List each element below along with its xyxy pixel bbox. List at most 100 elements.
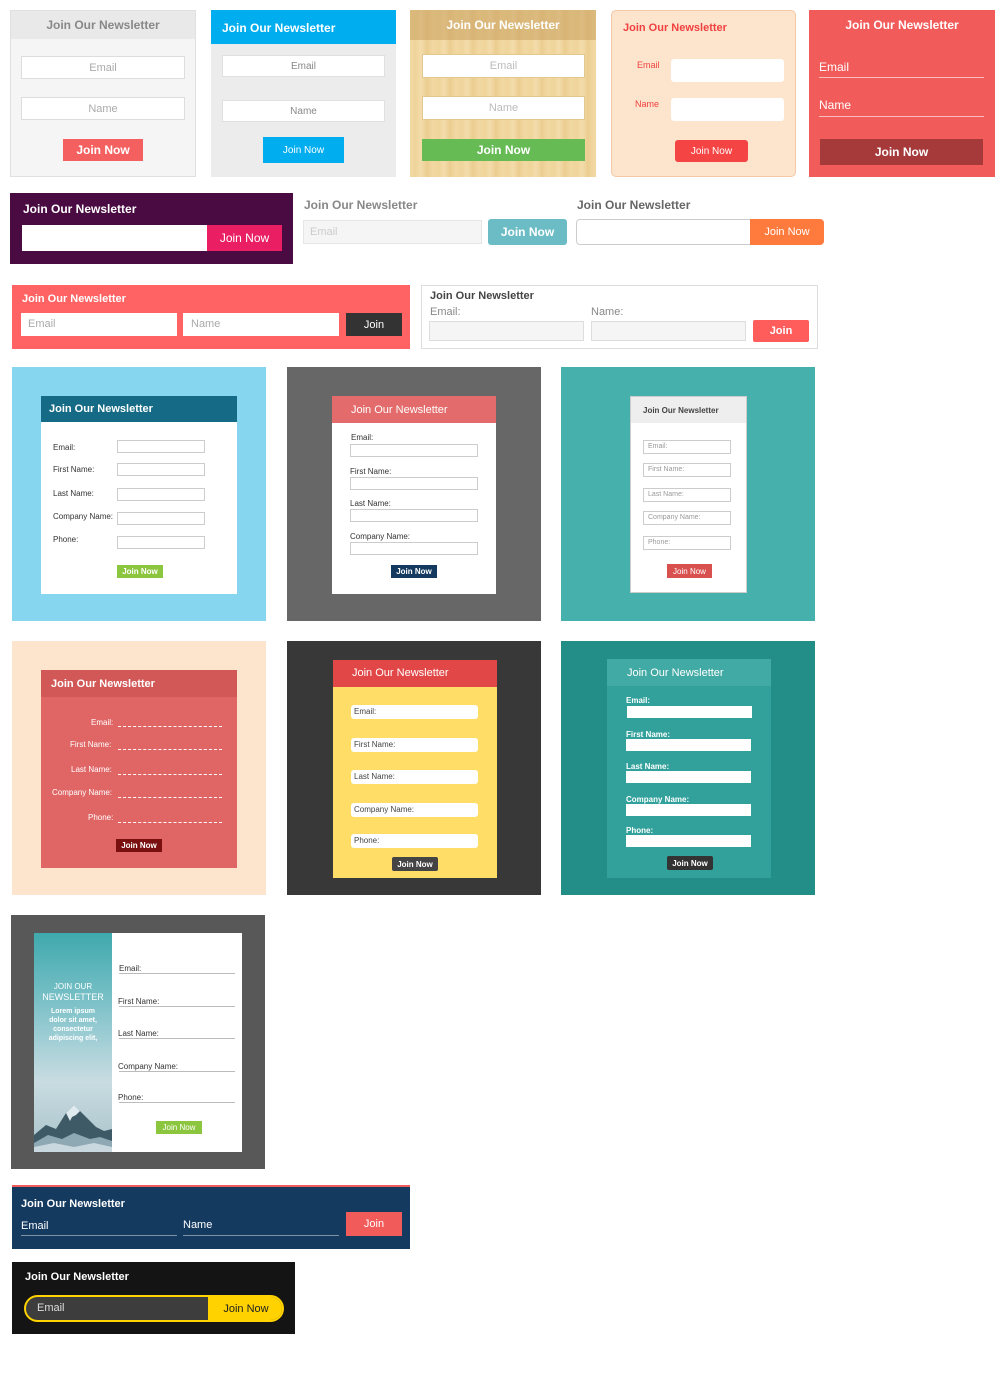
join-now-button[interactable]: Join Now bbox=[422, 139, 585, 161]
email-input[interactable] bbox=[627, 706, 752, 718]
first-name-input[interactable]: First Name: bbox=[351, 738, 478, 752]
company-name-input[interactable]: Company Name: bbox=[351, 803, 478, 817]
email-input[interactable]: Email bbox=[222, 55, 385, 77]
email-input[interactable] bbox=[117, 440, 205, 453]
email-input[interactable] bbox=[21, 1235, 177, 1236]
last-name-label: Last Name: bbox=[350, 499, 391, 508]
first-name-input[interactable] bbox=[117, 463, 205, 476]
company-name-input[interactable] bbox=[119, 1071, 235, 1072]
newsletter-card-red: Join Our Newsletter Email Name Join Now bbox=[809, 10, 995, 177]
phone-label: Phone: bbox=[88, 813, 114, 822]
last-name-input[interactable] bbox=[118, 774, 222, 775]
company-name-input[interactable] bbox=[626, 804, 751, 816]
last-name-placeholder: Last Name: bbox=[648, 491, 684, 498]
company-name-input[interactable]: Company Name: bbox=[643, 511, 731, 525]
last-name-label: Last Name: bbox=[626, 762, 670, 771]
join-now-button[interactable]: Join Now bbox=[63, 139, 143, 161]
join-now-button[interactable]: Join Now bbox=[392, 857, 438, 871]
email-input[interactable] bbox=[576, 219, 752, 245]
email-input[interactable] bbox=[671, 59, 784, 82]
phone-input[interactable] bbox=[626, 835, 751, 847]
newsletter-title: Join Our Newsletter bbox=[23, 202, 137, 216]
last-name-input[interactable] bbox=[626, 771, 751, 783]
join-now-button[interactable]: Join Now bbox=[667, 564, 712, 578]
join-button[interactable]: Join bbox=[753, 320, 809, 342]
join-now-button[interactable]: Join Now bbox=[156, 1121, 202, 1134]
first-name-input[interactable] bbox=[118, 749, 222, 750]
join-button[interactable]: Join bbox=[346, 313, 402, 336]
join-now-button[interactable]: Join Now bbox=[263, 137, 344, 163]
last-name-input[interactable] bbox=[119, 1038, 235, 1039]
image-title-line1: JOIN OUR bbox=[53, 981, 93, 991]
last-name-input[interactable]: Last Name: bbox=[351, 770, 478, 784]
email-input[interactable]: Email: bbox=[351, 705, 478, 719]
first-name-input[interactable] bbox=[626, 739, 751, 751]
join-now-button[interactable]: Join Now bbox=[820, 139, 983, 165]
join-now-button[interactable]: Join Now bbox=[391, 565, 437, 578]
name-input[interactable] bbox=[183, 1235, 339, 1236]
join-now-button[interactable]: Join Now bbox=[116, 839, 162, 852]
company-name-input[interactable] bbox=[117, 512, 205, 525]
name-input[interactable] bbox=[591, 321, 746, 341]
email-input[interactable] bbox=[429, 321, 584, 341]
last-name-input[interactable] bbox=[117, 488, 205, 501]
phone-input[interactable]: Phone: bbox=[643, 536, 731, 550]
newsletter-title: Join Our Newsletter bbox=[845, 18, 959, 32]
email-input[interactable]: Email bbox=[303, 220, 482, 244]
name-input[interactable] bbox=[671, 98, 784, 121]
image-title-line2: NEWSLETTER bbox=[42, 991, 104, 1002]
email-underline[interactable] bbox=[819, 77, 984, 78]
first-name-placeholder: First Name: bbox=[354, 740, 396, 749]
newsletter-inline-black: Join Our Newsletter Email Join Now bbox=[12, 1262, 295, 1334]
phone-input[interactable] bbox=[118, 822, 222, 823]
join-now-button[interactable]: Join Now bbox=[208, 1297, 282, 1320]
email-placeholder[interactable]: Email bbox=[37, 1302, 65, 1314]
newsletter-title: Join Our Newsletter bbox=[21, 1198, 125, 1210]
email-input[interactable]: Email: bbox=[643, 440, 731, 454]
newsletter-title: Join Our Newsletter bbox=[46, 18, 160, 32]
newsletter-inline-purple: Join Our Newsletter Join Now bbox=[10, 193, 293, 264]
name-input[interactable]: Name bbox=[183, 313, 339, 336]
email-input[interactable] bbox=[118, 726, 222, 727]
email-input[interactable]: Email bbox=[21, 56, 185, 79]
first-name-input[interactable] bbox=[119, 1006, 235, 1007]
phone-input[interactable] bbox=[117, 536, 205, 549]
name-placeholder: Name bbox=[488, 102, 519, 114]
last-name-input[interactable]: Last Name: bbox=[643, 488, 731, 502]
newsletter-panel-lightblue: Join Our Newsletter Email: First Name: L… bbox=[12, 367, 266, 621]
join-now-button[interactable]: Join Now bbox=[488, 219, 567, 245]
company-name-input[interactable] bbox=[350, 542, 478, 555]
email-label: Email: bbox=[430, 306, 461, 318]
join-now-button[interactable]: Join Now bbox=[750, 219, 824, 245]
name-underline[interactable] bbox=[819, 116, 984, 117]
first-name-input[interactable] bbox=[350, 477, 478, 490]
phone-input[interactable]: Phone: bbox=[351, 834, 478, 848]
email-input[interactable] bbox=[119, 973, 235, 974]
name-input[interactable]: Name bbox=[222, 100, 385, 122]
last-name-placeholder: Last Name: bbox=[354, 772, 395, 781]
join-now-button[interactable]: Join Now bbox=[667, 856, 713, 870]
email-input[interactable]: Email bbox=[422, 54, 585, 78]
newsletter-panel-peach: Join Our Newsletter Email: First Name: L… bbox=[12, 641, 266, 895]
email-input[interactable] bbox=[350, 444, 478, 457]
phone-placeholder: Phone: bbox=[354, 836, 380, 845]
newsletter-inline-coral: Join Our Newsletter Email Name Join bbox=[12, 285, 410, 349]
first-name-input[interactable]: First Name: bbox=[643, 463, 731, 477]
email-input[interactable]: Email bbox=[21, 313, 177, 336]
name-input[interactable]: Name bbox=[422, 96, 585, 120]
name-input[interactable]: Name bbox=[21, 97, 185, 120]
company-name-input[interactable] bbox=[118, 797, 222, 798]
company-name-label: Company Name: bbox=[626, 795, 690, 804]
first-name-label: First Name: bbox=[626, 730, 671, 739]
phone-input[interactable] bbox=[119, 1102, 235, 1103]
name-label: Name: bbox=[591, 306, 624, 318]
email-input[interactable] bbox=[22, 225, 208, 251]
join-button[interactable]: Join bbox=[346, 1212, 402, 1236]
email-label: Email bbox=[819, 60, 850, 74]
join-now-button[interactable]: Join Now bbox=[675, 140, 748, 162]
last-name-input[interactable] bbox=[350, 509, 478, 522]
join-now-button[interactable]: Join Now bbox=[117, 565, 163, 578]
form-card: Join Our Newsletter Email: First Name: L… bbox=[41, 670, 237, 868]
email-placeholder: Email bbox=[310, 226, 338, 238]
join-now-button[interactable]: Join Now bbox=[207, 225, 282, 251]
